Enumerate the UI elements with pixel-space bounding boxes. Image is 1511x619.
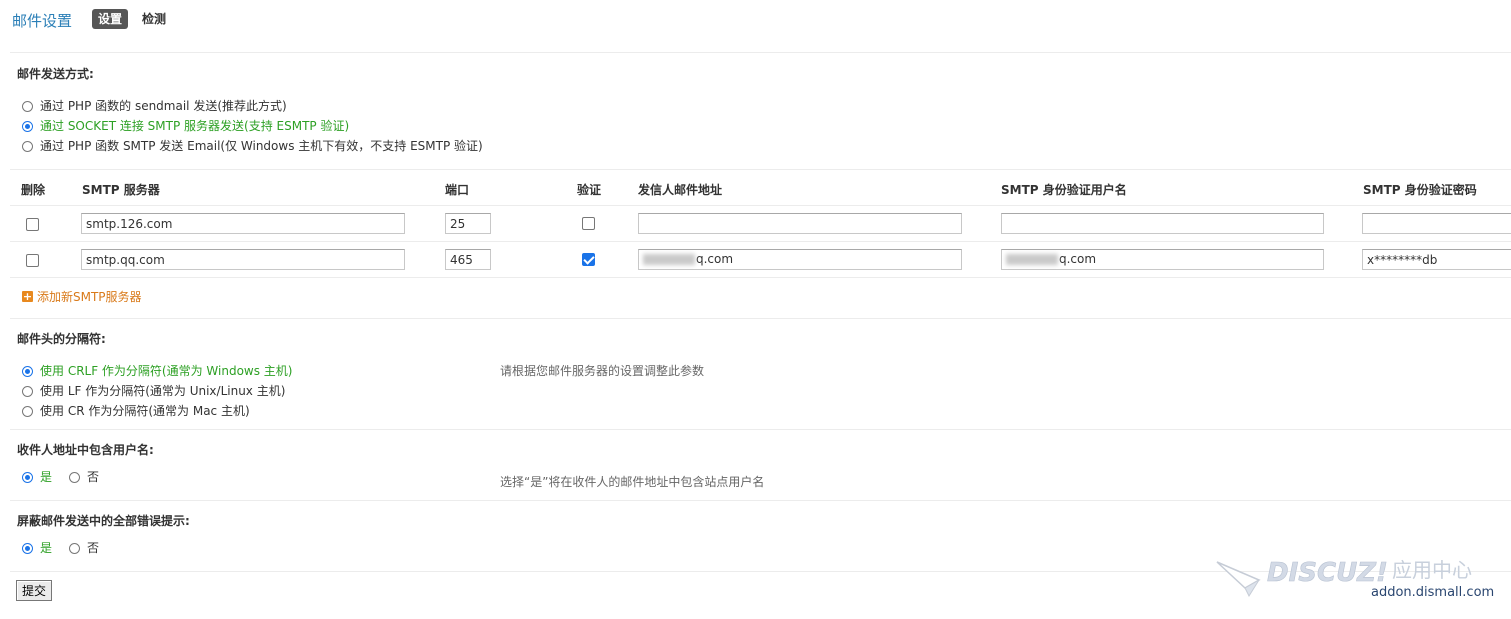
input-value: q.com [1059,252,1097,266]
from-address-input[interactable]: q.com [638,249,962,270]
separator-cr-option[interactable]: 使用 CR 作为分隔符(通常为 Mac 主机) [22,402,250,420]
option-label: 使用 LF 作为分隔符(通常为 Unix/Linux 主机) [40,384,286,398]
radio-button[interactable] [22,140,33,152]
divider [10,52,1511,53]
discuz-watermark-logo: DISCUZ! 应用中心 addon.dismall.com [1215,554,1511,616]
auth-username-input[interactable] [1001,213,1324,234]
auth-password-input[interactable] [1362,249,1511,270]
include-username-yes-option[interactable]: 是 [22,468,52,486]
separator-title: 邮件头的分隔符: [17,332,106,346]
col-header-delete: 删除 [21,183,46,197]
separator-crlf-option[interactable]: 使用 CRLF 作为分隔符(通常为 Windows 主机) [22,362,293,380]
tagline-text: 应用中心 [1392,558,1472,582]
option-label: 通过 PHP 函数的 sendmail 发送(推荐此方式) [40,99,287,113]
option-label: 否 [87,470,100,484]
col-header-password: SMTP 身份验证密码 [1363,183,1477,197]
auth-checkbox[interactable] [582,253,595,266]
divider [10,429,1511,430]
send-method-php-smtp-option[interactable]: 通过 PHP 函数 SMTP 发送 Email(仅 Windows 主机下有效，… [22,137,483,155]
radio-button[interactable] [22,385,33,397]
auth-username-input[interactable]: q.com [1001,249,1324,270]
plus-icon: + [22,290,33,303]
port-input[interactable] [445,213,491,234]
divider [10,277,1511,278]
domain-text: addon.dismall.com [1371,585,1494,600]
radio-button[interactable] [22,120,33,132]
include-username-title: 收件人地址中包含用户名: [17,443,154,457]
port-input[interactable] [445,249,491,270]
option-label: 使用 CR 作为分隔符(通常为 Mac 主机) [40,404,250,418]
add-smtp-label: 添加新SMTP服务器 [37,290,142,304]
send-method-socket-option[interactable]: 通过 SOCKET 连接 SMTP 服务器发送(支持 ESMTP 验证) [22,117,349,135]
option-label: 使用 CRLF 作为分隔符(通常为 Windows 主机) [40,364,293,378]
divider [10,241,1511,242]
paper-plane-icon: DISCUZ! 应用中心 addon.dismall.com [1216,558,1494,600]
redacted-blur [643,254,695,265]
divider [10,500,1511,501]
radio-button[interactable] [22,100,33,112]
brand-text: DISCUZ! [1267,558,1388,588]
smtp-server-input[interactable] [81,249,405,270]
radio-button[interactable] [22,405,33,417]
tab-settings[interactable]: 设置 [92,9,129,29]
option-label: 是 [40,541,53,555]
smtp-server-input[interactable] [81,213,405,234]
option-label: 是 [40,470,53,484]
auth-password-input[interactable] [1362,213,1511,234]
radio-button[interactable] [22,365,33,377]
silent-errors-options: 是 否 [22,539,116,557]
include-username-options: 是 否 [22,468,116,486]
input-value: q.com [696,252,734,266]
send-method-title: 邮件发送方式: [17,67,94,81]
include-username-hint: 选择“是”将在收件人的邮件地址中包含站点用户名 [500,475,765,489]
silent-errors-no-option[interactable]: 否 [69,539,99,557]
option-label: 通过 PHP 函数 SMTP 发送 Email(仅 Windows 主机下有效，… [40,139,483,153]
delete-checkbox[interactable] [26,254,39,267]
page-title: 邮件设置 [12,12,73,30]
radio-button[interactable] [22,471,33,483]
add-smtp-server-link[interactable]: + 添加新SMTP服务器 [22,288,142,305]
auth-checkbox[interactable] [582,217,595,230]
col-header-port: 端口 [445,183,470,197]
separator-lf-option[interactable]: 使用 LF 作为分隔符(通常为 Unix/Linux 主机) [22,382,285,400]
redacted-blur [1006,254,1058,265]
divider [10,169,1511,170]
radio-button[interactable] [69,471,81,483]
col-header-from: 发信人邮件地址 [638,183,723,197]
radio-button[interactable] [22,542,33,554]
silent-errors-title: 屏蔽邮件发送中的全部错误提示: [17,514,190,528]
option-label: 否 [87,541,100,555]
col-header-server: SMTP 服务器 [82,183,160,197]
col-header-username: SMTP 身份验证用户名 [1001,183,1127,197]
from-address-input[interactable] [638,213,962,234]
submit-button[interactable]: 提交 [16,580,53,601]
radio-button[interactable] [69,542,81,554]
col-header-auth: 验证 [577,183,602,197]
divider [10,205,1511,206]
delete-checkbox[interactable] [26,218,39,231]
tab-check[interactable]: 检测 [142,9,166,29]
separator-hint: 请根据您邮件服务器的设置调整此参数 [500,364,705,378]
send-method-sendmail-option[interactable]: 通过 PHP 函数的 sendmail 发送(推荐此方式) [22,97,287,115]
include-username-no-option[interactable]: 否 [69,468,99,486]
silent-errors-yes-option[interactable]: 是 [22,539,52,557]
option-label: 通过 SOCKET 连接 SMTP 服务器发送(支持 ESMTP 验证) [40,119,350,133]
divider [10,318,1511,319]
